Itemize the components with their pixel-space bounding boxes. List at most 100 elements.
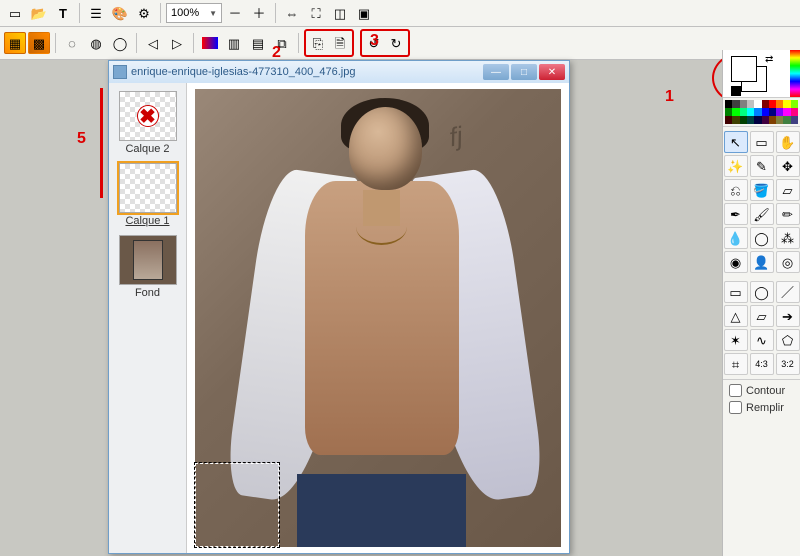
star-tool[interactable]: ✶ [724,329,748,351]
zoom-combo[interactable]: 100% ▼ [166,3,222,23]
page-dup-icon[interactable]: ⎘ [307,32,329,54]
rect-shape-tool[interactable]: ▭ [724,281,748,303]
ratio-32-button[interactable]: 3:2 [776,353,800,375]
palette-swatch[interactable] [762,100,769,108]
move-tool[interactable]: ✥ [776,155,800,177]
palette-swatch[interactable] [754,116,761,124]
brush-tool[interactable]: 🖌 [750,203,774,225]
palette-swatch[interactable] [725,116,732,124]
palette-swatch[interactable] [740,116,747,124]
ratio-43-button[interactable]: 4:3 [750,353,774,375]
hue-bar[interactable] [790,50,800,97]
gradient-icon[interactable] [199,32,221,54]
fit-window-icon[interactable]: ⛶ [305,2,327,24]
palette-swatch[interactable] [762,108,769,116]
ellipse-shape-tool[interactable]: ◯ [750,281,774,303]
flip-v-icon[interactable]: ▷ [166,32,188,54]
grid9-icon[interactable]: ▩ [28,32,50,54]
palette-swatch[interactable] [769,100,776,108]
polygon-tool[interactable]: ⬠ [776,329,800,351]
palette-swatch[interactable] [732,100,739,108]
rotate-cw-icon[interactable]: ↻ [385,32,407,54]
palette-swatch[interactable] [783,116,790,124]
pointer-tool[interactable]: ↖ [724,131,748,153]
minimize-button[interactable]: — [483,64,509,80]
line-tool[interactable]: ／ [776,281,800,303]
layer-thumb-1[interactable] [119,163,177,213]
wand-tool[interactable]: ✨ [724,155,748,177]
levels-icon[interactable]: ▤ [247,32,269,54]
hand-tool[interactable]: ✋ [776,131,800,153]
eyedropper-tool[interactable]: ✎ [750,155,774,177]
rgb-icon[interactable]: ▥ [223,32,245,54]
page-new-icon[interactable]: 🗎 [329,32,351,54]
text-icon[interactable]: T [52,2,74,24]
window-titlebar[interactable]: enrique-enrique-iglesias-477310_400_476.… [109,61,569,83]
outline-icon[interactable]: ◯ [109,32,131,54]
palette-swatch[interactable] [732,108,739,116]
zoom-out-icon[interactable]: － [224,2,246,24]
histogram-icon[interactable]: ⧉ [271,32,293,54]
palette-swatch[interactable] [725,108,732,116]
arrow-tool[interactable]: ➔ [776,305,800,327]
fit-width-icon[interactable]: ⇔ [281,2,303,24]
palette-swatch[interactable] [725,100,732,108]
new-doc-icon[interactable]: ▭ [4,2,26,24]
settings-icon[interactable]: ⚙ [133,2,155,24]
layer-thumb-background[interactable] [119,235,177,285]
palette-swatch[interactable] [762,116,769,124]
palette-swatch[interactable] [732,116,739,124]
close-button[interactable]: ✕ [539,64,565,80]
crop-tool[interactable]: ⌗ [724,353,748,375]
palette-swatch[interactable] [754,108,761,116]
rotate-ccw-icon[interactable]: ↺ [363,32,385,54]
palette-swatch[interactable] [791,100,798,108]
fullscreen-icon[interactable]: ▣ [353,2,375,24]
layer-thumb-2[interactable]: ✖ [119,91,177,141]
spray-tool[interactable]: ⁂ [776,227,800,249]
palette-swatch[interactable] [769,116,776,124]
palette-swatch[interactable] [747,116,754,124]
curve-tool[interactable]: ∿ [750,329,774,351]
canvas-area[interactable]: fj [187,83,569,553]
palette-swatch[interactable] [791,116,798,124]
palette-swatch[interactable] [747,100,754,108]
palette-swatch[interactable] [769,108,776,116]
pencil-tool[interactable]: ✏ [776,203,800,225]
remplir-checkbox[interactable]: Remplir [729,401,794,414]
selection-marquee[interactable] [195,463,279,547]
maximize-button[interactable]: □ [511,64,537,80]
marquee-tool[interactable]: ▭ [750,131,774,153]
palette-swatch[interactable] [776,108,783,116]
blur-icon[interactable]: ◍ [85,32,107,54]
distort-tool[interactable]: ◉ [724,251,748,273]
zoom-in-icon[interactable]: ＋ [248,2,270,24]
actual-size-icon[interactable]: ◫ [329,2,351,24]
pen-tool[interactable]: ✒ [724,203,748,225]
triangle-tool[interactable]: △ [724,305,748,327]
stamp-tool[interactable]: ⎌ [724,179,748,201]
grid4-icon[interactable]: ▦ [4,32,26,54]
layer-label-1[interactable]: Calque 1 [125,215,169,227]
palette-swatch[interactable] [791,108,798,116]
outline-triangle-tool[interactable]: ▱ [750,305,774,327]
foreground-color-swatch[interactable] [731,56,757,82]
clone-tool[interactable]: ◎ [776,251,800,273]
palette-swatch[interactable] [776,116,783,124]
palette-swatch[interactable] [776,100,783,108]
reset-colors-icon[interactable] [731,86,741,96]
contour-checkbox[interactable]: Contour [729,384,794,397]
layer-label-background[interactable]: Fond [135,287,160,299]
palette-swatch[interactable] [740,100,747,108]
eraser-tool[interactable]: ▱ [776,179,800,201]
palette-swatch[interactable] [783,100,790,108]
palette-swatch[interactable] [754,100,761,108]
softbrush-tool[interactable]: ◯ [750,227,774,249]
portrait-tool[interactable]: 👤 [750,251,774,273]
flip-h-icon[interactable]: ◁ [142,32,164,54]
swap-colors-icon[interactable]: ⇄ [765,54,773,65]
layers-icon[interactable]: ☰ [85,2,107,24]
palette-icon[interactable]: 🎨 [109,2,131,24]
palette-swatch[interactable] [747,108,754,116]
layer-label-2[interactable]: Calque 2 [125,143,169,155]
